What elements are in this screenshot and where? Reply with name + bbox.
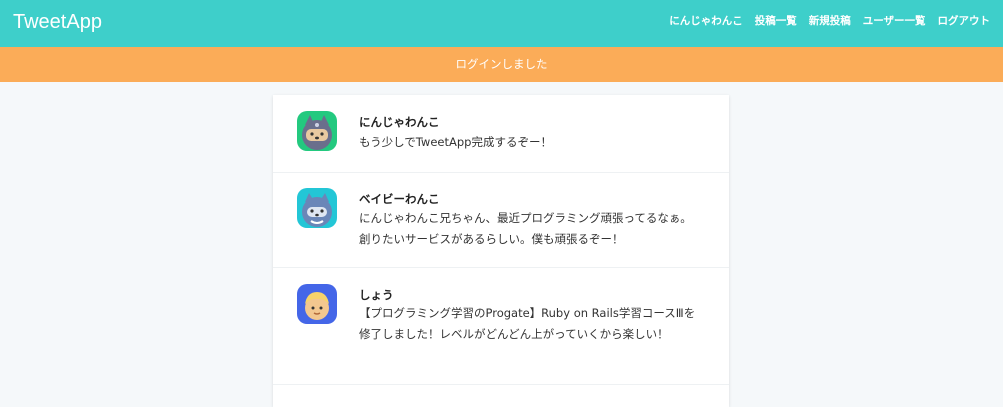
post-content: もう少しでTweetApp完成するぞー！ (359, 135, 552, 149)
posts-feed: にんじゃわんこ もう少しでTweetApp完成するぞー！ ベイビーわんこ にんじ… (273, 95, 729, 407)
post-item[interactable]: しょう 【プログラミング学習のProgate】Ruby on Rails学習コー… (273, 268, 729, 385)
post-content: 【プログラミング学習のProgate】Ruby on Rails学習コースⅢを修… (359, 306, 696, 341)
boy-avatar-icon[interactable] (297, 284, 337, 324)
nav-link-logout[interactable]: ログアウト (938, 14, 991, 28)
main-nav: にんじゃわんこ 投稿一覧 新規投稿 ユーザー一覧 ログアウト (669, 14, 990, 28)
post-item[interactable]: ベイビーわんこ にんじゃわんこ兄ちゃん、最近プログラミング頑張ってるなぁ。創りた… (273, 173, 729, 268)
flash-message: ログインしました (0, 47, 1003, 82)
app-header: TweetApp にんじゃわんこ 投稿一覧 新規投稿 ユーザー一覧 ログアウト (0, 0, 1003, 47)
post-content: にんじゃわんこ兄ちゃん、最近プログラミング頑張ってるなぁ。創りたいサービスがある… (359, 211, 692, 246)
post-user-name[interactable]: ベイビーわんこ (359, 191, 440, 207)
post-item[interactable]: にんじゃわんこ もう少しでTweetApp完成するぞー！ (273, 95, 729, 173)
post-user-name[interactable]: しょう (359, 287, 394, 303)
baby-dog-avatar-icon[interactable] (297, 188, 337, 228)
nav-link-mypage[interactable]: にんじゃわんこ (669, 14, 743, 28)
nav-link-new-post[interactable]: 新規投稿 (809, 14, 851, 28)
nav-link-users[interactable]: ユーザー一覧 (863, 14, 926, 28)
app-logo[interactable]: TweetApp (13, 10, 102, 34)
nav-link-posts[interactable]: 投稿一覧 (755, 14, 797, 28)
ninja-dog-avatar-icon[interactable] (297, 111, 337, 151)
post-user-name[interactable]: にんじゃわんこ (359, 114, 440, 130)
